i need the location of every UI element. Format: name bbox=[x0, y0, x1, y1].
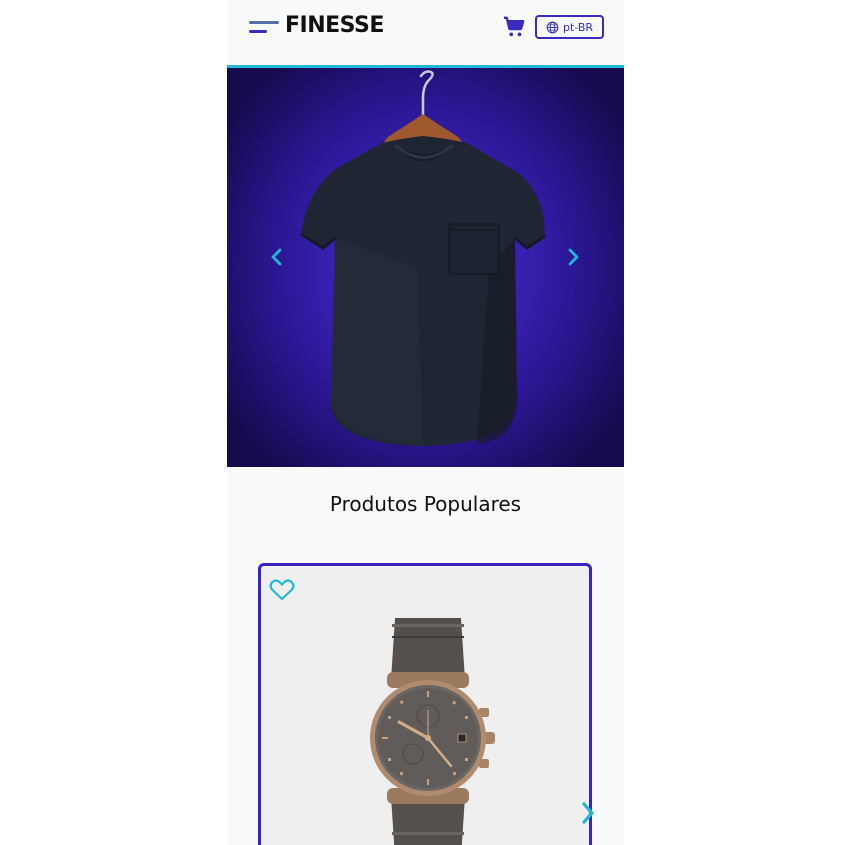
section-title: Produtos Populares bbox=[329, 492, 522, 516]
shopping-cart-icon[interactable] bbox=[503, 16, 525, 38]
product-card-body bbox=[263, 568, 587, 845]
language-label: pt-BR bbox=[562, 20, 594, 34]
globe-icon bbox=[546, 21, 559, 33]
product-card[interactable] bbox=[258, 563, 592, 845]
hero-next-chevron-right-icon[interactable] bbox=[563, 245, 583, 269]
product-image-watch bbox=[370, 618, 495, 845]
hero-prev-chevron-left-icon[interactable] bbox=[267, 245, 287, 269]
products-next-chevron-right-icon[interactable] bbox=[579, 800, 597, 826]
hamburger-menu-icon[interactable] bbox=[249, 19, 279, 37]
hero-carousel bbox=[227, 68, 624, 467]
site-header: FINESSE pt-BR bbox=[227, 0, 624, 65]
app-viewport: FINESSE pt-BR Produtos Populares bbox=[227, 0, 624, 845]
brand-logo[interactable]: FINESSE bbox=[285, 13, 384, 38]
language-selector-button[interactable]: pt-BR bbox=[535, 15, 604, 39]
heart-outline-icon[interactable] bbox=[269, 578, 295, 602]
